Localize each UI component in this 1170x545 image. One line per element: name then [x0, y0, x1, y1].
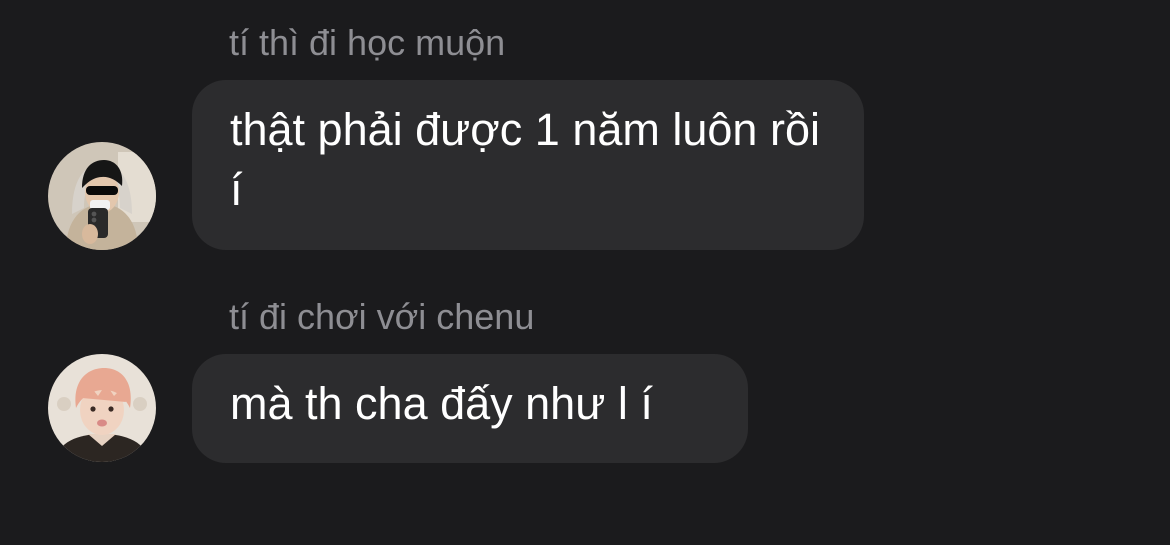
- message-bubble[interactable]: mà th cha đấy như l í: [192, 354, 748, 463]
- message-text: thật phải được 1 năm luôn rồi í: [230, 104, 820, 215]
- chat-thread: tí thì đi học muộn thật phải được 1 năm …: [0, 0, 1170, 545]
- message-text: mà th cha đấy như l í: [230, 378, 653, 429]
- message-bubble[interactable]: thật phải được 1 năm luôn rồi í: [192, 80, 864, 250]
- user-avatar-pink-hair-icon[interactable]: [48, 354, 156, 462]
- user-avatar-sunglasses-icon[interactable]: [48, 142, 156, 250]
- sender-name: tí đi chơi với chenu: [229, 296, 535, 337]
- sender-name: tí thì đi học muộn: [229, 22, 506, 63]
